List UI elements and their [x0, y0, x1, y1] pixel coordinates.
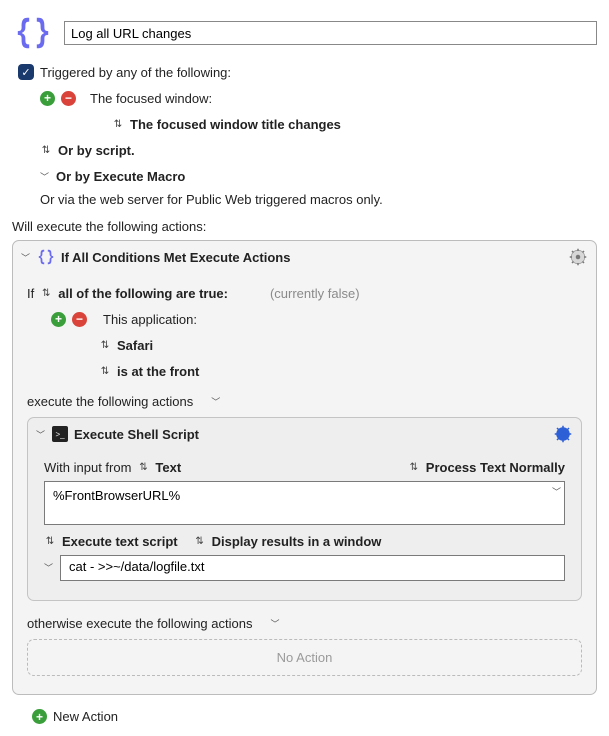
- remove-trigger-icon[interactable]: −: [61, 91, 76, 106]
- add-action-icon[interactable]: +: [32, 709, 47, 724]
- braces-icon: [37, 248, 55, 266]
- script-text-field[interactable]: [60, 555, 565, 581]
- focused-window-event: The focused window title changes: [130, 117, 341, 132]
- chevron-down-icon[interactable]: ﹀: [36, 428, 46, 441]
- chevron-down-icon[interactable]: ﹀: [44, 555, 54, 574]
- sort-icon[interactable]: ⇅: [194, 536, 206, 547]
- chevron-down-icon[interactable]: ﹀: [270, 617, 280, 630]
- input-text-field[interactable]: [44, 481, 565, 525]
- sort-icon[interactable]: ⇅: [40, 145, 52, 156]
- execute-actions-label: execute the following actions: [27, 394, 193, 409]
- if-prefix: If: [27, 286, 34, 301]
- focused-window-label: The focused window:: [90, 91, 212, 106]
- remove-condition-icon[interactable]: −: [72, 312, 87, 327]
- add-condition-icon[interactable]: +: [51, 312, 66, 327]
- otherwise-label: otherwise execute the following actions: [27, 616, 252, 631]
- process-mode[interactable]: Process Text Normally: [426, 460, 565, 475]
- if-title: If All Conditions Met Execute Actions: [61, 250, 562, 265]
- shell-script-panel: ﹀ >_ Execute Shell Script With input fro…: [27, 417, 582, 601]
- app-name[interactable]: Safari: [117, 338, 153, 353]
- or-by-script: Or by script.: [58, 143, 135, 158]
- execute-text-script[interactable]: Execute text script: [62, 534, 178, 549]
- chevron-down-icon[interactable]: ﹀: [21, 251, 31, 264]
- terminal-icon: >_: [52, 426, 68, 442]
- execute-section-label: Will execute the following actions:: [12, 219, 597, 234]
- sort-icon[interactable]: ⇅: [99, 340, 111, 351]
- with-input-prefix: With input from: [44, 460, 131, 475]
- display-mode[interactable]: Display results in a window: [212, 534, 382, 549]
- gear-icon[interactable]: [568, 247, 588, 267]
- via-web-label: Or via the web server for Public Web tri…: [12, 192, 597, 207]
- sort-icon[interactable]: ⇅: [112, 119, 124, 130]
- condition-scope[interactable]: all of the following are true:: [58, 286, 228, 301]
- no-action-placeholder[interactable]: No Action: [27, 639, 582, 676]
- condition-status: (currently false): [270, 286, 360, 301]
- sort-icon[interactable]: ⇅: [137, 462, 149, 473]
- new-action-label[interactable]: New Action: [53, 709, 118, 724]
- sort-icon[interactable]: ⇅: [40, 288, 52, 299]
- triggered-checkbox[interactable]: ✓: [18, 64, 34, 80]
- this-application-label: This application:: [103, 312, 197, 327]
- triggered-label: Triggered by any of the following:: [40, 65, 231, 80]
- shell-title: Execute Shell Script: [74, 427, 547, 442]
- sort-icon[interactable]: ⇅: [99, 366, 111, 377]
- macro-title-input[interactable]: [64, 21, 597, 45]
- add-trigger-icon[interactable]: +: [40, 91, 55, 106]
- or-by-execute-macro: Or by Execute Macro: [56, 169, 185, 184]
- macro-braces-icon: [12, 12, 54, 54]
- app-state[interactable]: is at the front: [117, 364, 199, 379]
- sort-icon[interactable]: ⇅: [408, 462, 420, 473]
- if-conditions-panel: ﹀ If All Conditions Met Execute Actions …: [12, 240, 597, 695]
- chevron-down-icon[interactable]: ﹀: [40, 170, 50, 183]
- chevron-down-icon[interactable]: ﹀: [550, 483, 563, 500]
- input-mode[interactable]: Text: [155, 460, 181, 475]
- gear-icon[interactable]: [553, 424, 573, 444]
- chevron-down-icon[interactable]: ﹀: [211, 395, 221, 408]
- sort-icon[interactable]: ⇅: [44, 536, 56, 547]
